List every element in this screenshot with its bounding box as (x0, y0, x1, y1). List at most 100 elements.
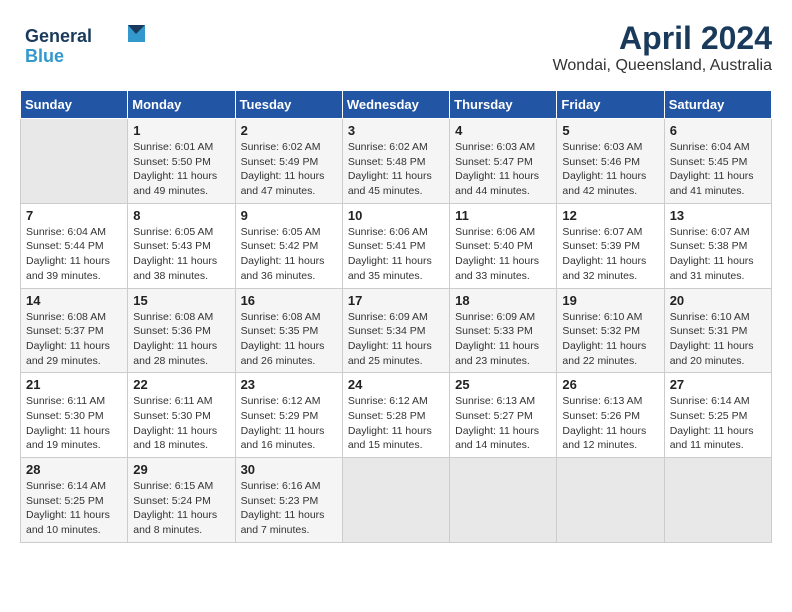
day-info: Sunrise: 6:07 AMSunset: 5:39 PMDaylight:… (562, 225, 658, 284)
day-number: 12 (562, 208, 658, 223)
calendar-cell: 9Sunrise: 6:05 AMSunset: 5:42 PMDaylight… (235, 203, 342, 288)
calendar-cell (557, 458, 664, 543)
day-number: 5 (562, 123, 658, 138)
day-info: Sunrise: 6:03 AMSunset: 5:46 PMDaylight:… (562, 140, 658, 199)
day-info: Sunrise: 6:03 AMSunset: 5:47 PMDaylight:… (455, 140, 551, 199)
calendar-cell: 4 Sunrise: 6:03 AMSunset: 5:47 PMDaylight… (450, 119, 557, 204)
day-info: Sunrise: 6:04 AMSunset: 5:45 PMDaylight:… (670, 140, 766, 199)
day-info: Sunrise: 6:10 AMSunset: 5:32 PMDaylight:… (562, 310, 658, 369)
calendar-cell: 6 Sunrise: 6:04 AMSunset: 5:45 PMDaylight… (664, 119, 771, 204)
calendar-cell: 1Sunrise: 6:01 AMSunset: 5:50 PMDaylight… (128, 119, 235, 204)
calendar-cell: 20 Sunrise: 6:10 AMSunset: 5:31 PMDayligh… (664, 288, 771, 373)
weekday-header: Wednesday (342, 91, 449, 119)
day-info: Sunrise: 6:02 AMSunset: 5:48 PMDaylight:… (348, 140, 444, 199)
calendar-cell: 22 Sunrise: 6:11 AMSunset: 5:30 PMDayligh… (128, 373, 235, 458)
day-info: Sunrise: 6:04 AMSunset: 5:44 PMDaylight:… (26, 225, 122, 284)
day-info: Sunrise: 6:08 AMSunset: 5:37 PMDaylight:… (26, 310, 122, 369)
calendar-cell: 15 Sunrise: 6:08 AMSunset: 5:36 PMDayligh… (128, 288, 235, 373)
calendar-cell: 7 Sunrise: 6:04 AMSunset: 5:44 PMDaylight… (21, 203, 128, 288)
svg-text:Blue: Blue (25, 46, 64, 66)
calendar-cell: 27 Sunrise: 6:14 AMSunset: 5:25 PMDayligh… (664, 373, 771, 458)
header: General Blue April 2024 Wondai, Queensla… (20, 20, 772, 80)
day-number: 21 (26, 377, 122, 392)
calendar-cell: 23Sunrise: 6:12 AMSunset: 5:29 PMDayligh… (235, 373, 342, 458)
day-number: 27 (670, 377, 766, 392)
day-number: 11 (455, 208, 551, 223)
day-info: Sunrise: 6:15 AMSunset: 5:24 PMDaylight:… (133, 479, 229, 538)
day-info: Sunrise: 6:08 AMSunset: 5:36 PMDaylight:… (133, 310, 229, 369)
calendar-cell: 11 Sunrise: 6:06 AMSunset: 5:40 PMDayligh… (450, 203, 557, 288)
day-number: 25 (455, 377, 551, 392)
day-number: 3 (348, 123, 444, 138)
day-number: 16 (241, 293, 337, 308)
calendar-cell (450, 458, 557, 543)
day-number: 26 (562, 377, 658, 392)
calendar-cell (21, 119, 128, 204)
day-info: Sunrise: 6:14 AMSunset: 5:25 PMDaylight:… (670, 394, 766, 453)
day-number: 28 (26, 462, 122, 477)
calendar-cell: 16 Sunrise: 6:08 AMSunset: 5:35 PMDayligh… (235, 288, 342, 373)
calendar-cell: 12 Sunrise: 6:07 AMSunset: 5:39 PMDayligh… (557, 203, 664, 288)
day-number: 10 (348, 208, 444, 223)
calendar-cell: 3 Sunrise: 6:02 AMSunset: 5:48 PMDaylight… (342, 119, 449, 204)
day-number: 22 (133, 377, 229, 392)
day-info: Sunrise: 6:13 AMSunset: 5:27 PMDaylight:… (455, 394, 551, 453)
day-number: 6 (670, 123, 766, 138)
calendar-cell: 28Sunrise: 6:14 AMSunset: 5:25 PMDayligh… (21, 458, 128, 543)
day-info: Sunrise: 6:12 AMSunset: 5:28 PMDaylight:… (348, 394, 444, 453)
calendar-cell: 29 Sunrise: 6:15 AMSunset: 5:24 PMDayligh… (128, 458, 235, 543)
calendar-table: SundayMondayTuesdayWednesdayThursdayFrid… (20, 90, 772, 543)
day-number: 15 (133, 293, 229, 308)
day-info: Sunrise: 6:05 AMSunset: 5:43 PMDaylight:… (133, 225, 229, 284)
day-number: 18 (455, 293, 551, 308)
day-info: Sunrise: 6:09 AMSunset: 5:33 PMDaylight:… (455, 310, 551, 369)
day-number: 7 (26, 208, 122, 223)
calendar-cell: 2 Sunrise: 6:02 AMSunset: 5:49 PMDaylight… (235, 119, 342, 204)
day-info: Sunrise: 6:06 AMSunset: 5:40 PMDaylight:… (455, 225, 551, 284)
day-number: 8 (133, 208, 229, 223)
weekday-header: Tuesday (235, 91, 342, 119)
day-number: 29 (133, 462, 229, 477)
day-number: 1 (133, 123, 229, 138)
calendar-cell: 14 Sunrise: 6:08 AMSunset: 5:37 PMDayligh… (21, 288, 128, 373)
day-info: Sunrise: 6:05 AMSunset: 5:42 PMDaylight:… (241, 225, 337, 284)
day-info: Sunrise: 6:13 AMSunset: 5:26 PMDaylight:… (562, 394, 658, 453)
calendar-cell: 10 Sunrise: 6:06 AMSunset: 5:41 PMDayligh… (342, 203, 449, 288)
svg-text:General: General (25, 26, 92, 46)
calendar-cell: 18 Sunrise: 6:09 AMSunset: 5:33 PMDayligh… (450, 288, 557, 373)
weekday-header: Monday (128, 91, 235, 119)
logo-text: General Blue (20, 20, 150, 80)
calendar-cell: 30 Sunrise: 6:16 AMSunset: 5:23 PMDayligh… (235, 458, 342, 543)
day-info: Sunrise: 6:11 AMSunset: 5:30 PMDaylight:… (133, 394, 229, 453)
calendar-cell: 24 Sunrise: 6:12 AMSunset: 5:28 PMDayligh… (342, 373, 449, 458)
day-number: 2 (241, 123, 337, 138)
day-info: Sunrise: 6:02 AMSunset: 5:49 PMDaylight:… (241, 140, 337, 199)
weekday-header: Sunday (21, 91, 128, 119)
weekday-header: Thursday (450, 91, 557, 119)
calendar-cell: 8 Sunrise: 6:05 AMSunset: 5:43 PMDaylight… (128, 203, 235, 288)
weekday-header: Saturday (664, 91, 771, 119)
day-number: 14 (26, 293, 122, 308)
day-number: 4 (455, 123, 551, 138)
day-info: Sunrise: 6:06 AMSunset: 5:41 PMDaylight:… (348, 225, 444, 284)
day-info: Sunrise: 6:11 AMSunset: 5:30 PMDaylight:… (26, 394, 122, 453)
calendar-cell: 5 Sunrise: 6:03 AMSunset: 5:46 PMDaylight… (557, 119, 664, 204)
day-info: Sunrise: 6:08 AMSunset: 5:35 PMDaylight:… (241, 310, 337, 369)
weekday-header: Friday (557, 91, 664, 119)
title-area: April 2024 Wondai, Queensland, Australia (553, 20, 772, 75)
calendar-cell: 17Sunrise: 6:09 AMSunset: 5:34 PMDayligh… (342, 288, 449, 373)
day-info: Sunrise: 6:16 AMSunset: 5:23 PMDaylight:… (241, 479, 337, 538)
day-info: Sunrise: 6:10 AMSunset: 5:31 PMDaylight:… (670, 310, 766, 369)
logo: General Blue (20, 20, 150, 80)
month-title: April 2024 (553, 20, 772, 57)
calendar-cell (342, 458, 449, 543)
day-info: Sunrise: 6:09 AMSunset: 5:34 PMDaylight:… (348, 310, 444, 369)
day-info: Sunrise: 6:07 AMSunset: 5:38 PMDaylight:… (670, 225, 766, 284)
calendar-cell: 19 Sunrise: 6:10 AMSunset: 5:32 PMDayligh… (557, 288, 664, 373)
day-number: 19 (562, 293, 658, 308)
day-number: 24 (348, 377, 444, 392)
calendar-cell (664, 458, 771, 543)
day-number: 30 (241, 462, 337, 477)
day-number: 23 (241, 377, 337, 392)
day-number: 20 (670, 293, 766, 308)
